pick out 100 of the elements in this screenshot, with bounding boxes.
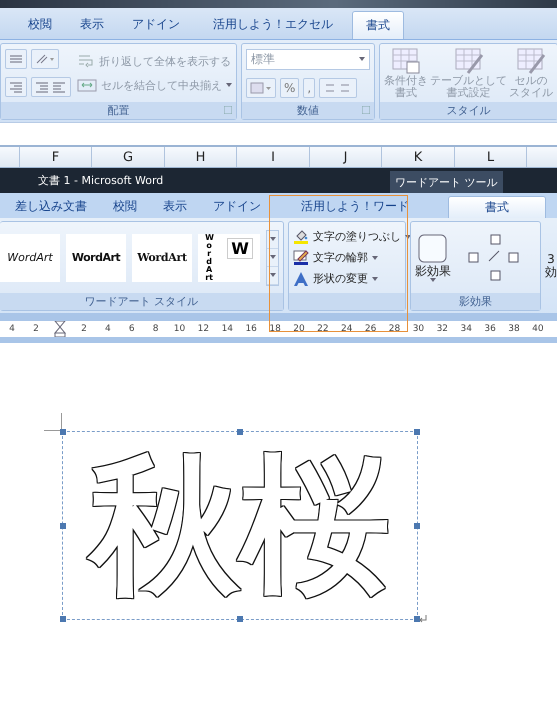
resize-handle[interactable] <box>414 616 420 622</box>
column-header[interactable]: L <box>455 147 527 167</box>
paint-bucket-icon <box>292 228 309 244</box>
ruler-number: 12 <box>196 324 210 334</box>
percent-button[interactable]: % <box>280 78 300 98</box>
ruler-number: 2 <box>32 324 40 334</box>
ribbon-tab[interactable]: 表示 <box>150 193 200 218</box>
column-header[interactable]: F <box>20 147 92 167</box>
ruler-number: 4 <box>8 324 16 334</box>
corner-mark-icon <box>44 413 62 431</box>
shadow-square-icon <box>416 233 449 266</box>
wordart-sample: W <box>227 238 253 258</box>
ruler-number: 22 <box>316 324 330 334</box>
resize-handle[interactable] <box>60 616 66 622</box>
ruler-number: 34 <box>459 324 473 334</box>
ribbon-tab[interactable]: アドイン <box>118 8 194 39</box>
ruler-number: 14 <box>220 324 234 334</box>
ribbon-command[interactable]: 形状の変更 <box>292 270 378 286</box>
caret-icon <box>372 276 378 280</box>
wrap-text-icon <box>77 53 95 69</box>
ruler-number: 32 <box>436 324 450 334</box>
ribbon-command[interactable]: 文字の塗りつぶし <box>292 228 411 244</box>
ruler-number: 6 <box>128 324 136 334</box>
indent-icon[interactable] <box>31 77 71 97</box>
align-icon[interactable] <box>5 49 27 69</box>
column-header[interactable]: J <box>310 147 382 167</box>
resize-handle[interactable] <box>414 429 420 435</box>
paragraph-mark-icon <box>419 615 427 623</box>
wordart-style-thumbnail[interactable]: WordArt <box>132 234 192 282</box>
pen-outline-icon <box>292 250 309 266</box>
ribbon-tab[interactable]: アドイン <box>200 193 274 218</box>
ribbon-tab[interactable]: 書式 <box>448 196 546 218</box>
group-label: 数値 <box>242 102 374 119</box>
resize-handle[interactable] <box>60 429 66 435</box>
column-header[interactable]: H <box>165 147 237 167</box>
shadow-effect-button[interactable]: 影効果 <box>414 233 451 282</box>
resize-handle[interactable] <box>237 429 243 435</box>
gallery-scrollbar[interactable] <box>266 230 279 286</box>
group-label: 配置 <box>1 102 236 119</box>
column-header[interactable]: K <box>382 147 455 167</box>
ruler-number: 2 <box>80 324 88 334</box>
resize-handle[interactable] <box>414 522 420 528</box>
orientation-icon[interactable] <box>31 49 59 69</box>
wordart-sample: WordArt <box>72 252 120 263</box>
resize-handle[interactable] <box>237 616 243 622</box>
ribbon-tab[interactable]: 活用しよう！エクセル <box>194 8 352 39</box>
ribbon-tab[interactable]: 校閲 <box>14 8 66 39</box>
ribbon-tab[interactable]: 校閲 <box>100 193 150 218</box>
ribbon-tab[interactable]: 表示 <box>66 8 118 39</box>
cell-style-icon <box>516 47 546 76</box>
currency-icon[interactable] <box>246 78 276 98</box>
ruler-number: 20 <box>292 324 306 334</box>
decimal-icon[interactable] <box>319 78 358 98</box>
letter-a-icon <box>292 270 309 286</box>
ruler-number: 30 <box>412 324 426 334</box>
conditional-format-icon <box>391 47 421 76</box>
ruler-number: 40 <box>531 324 545 334</box>
cut-off-button[interactable]: 3 効 <box>545 221 557 311</box>
ruler-number: 26 <box>364 324 378 334</box>
ruler-number: 4 <box>104 324 112 334</box>
ribbon-tab[interactable]: 書式 <box>352 11 404 39</box>
wordart-style-thumbnail[interactable]: WordArt <box>0 234 60 282</box>
group-label: 影効果 <box>410 293 540 310</box>
more-icon <box>270 273 276 277</box>
ruler-number: 16 <box>244 324 258 334</box>
comma-button[interactable]: , <box>303 78 316 98</box>
table-format-icon <box>454 47 484 76</box>
wordart-sample: WordArt <box>7 252 53 263</box>
context-tab-title: ワードアート ツール <box>390 171 502 193</box>
ruler-number: 10 <box>172 324 186 334</box>
resize-handle[interactable] <box>60 522 66 528</box>
ribbon-command[interactable]: 文字の輪郭 <box>292 250 378 266</box>
launcher-icon <box>362 106 370 114</box>
ruler-number: 38 <box>507 324 521 334</box>
ribbon-tab[interactable]: 差し込み文書 <box>2 193 100 218</box>
ribbon-tab[interactable]: 活用しよう！ワード <box>288 193 422 218</box>
ruler-number: 18 <box>268 324 282 334</box>
ruler-number: 24 <box>340 324 354 334</box>
caret-icon <box>359 57 365 61</box>
column-header[interactable]: G <box>92 147 165 167</box>
wordart-text: 秋桜 <box>86 436 394 616</box>
ruler-number: 8 <box>152 324 160 334</box>
caret-icon <box>270 255 276 259</box>
caret-icon <box>372 256 378 260</box>
merge-center-icon <box>77 77 97 93</box>
ruler-number: 36 <box>483 324 497 334</box>
launcher-icon <box>224 106 232 114</box>
wordart-sample: WordArt <box>205 234 214 282</box>
group-label: スタイル <box>380 102 557 119</box>
wordart-sample: WordArt <box>137 252 187 263</box>
column-header[interactable]: I <box>237 147 310 167</box>
window-title: 文書 1 - Microsoft Word <box>38 173 164 189</box>
ruler-number: 28 <box>388 324 402 334</box>
wordart-style-thumbnail[interactable]: WordArt W <box>198 234 260 282</box>
align-right-icon[interactable] <box>5 77 27 97</box>
group-label: ワードアート スタイル <box>0 293 283 310</box>
up-caret-icon <box>270 237 276 241</box>
caret-icon <box>226 83 232 87</box>
wordart-style-thumbnail[interactable]: WordArt <box>66 234 126 282</box>
caret-icon <box>430 278 436 282</box>
